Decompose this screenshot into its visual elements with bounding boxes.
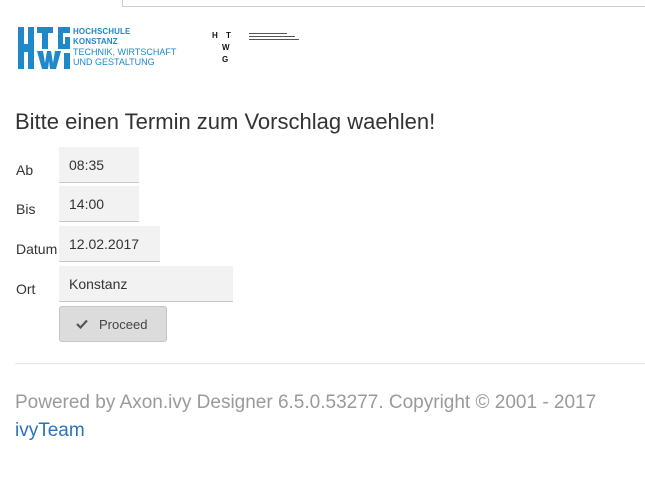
top-input-field[interactable] (122, 0, 645, 7)
logo-letter-g: G (222, 55, 229, 64)
ort-input[interactable]: Konstanz (59, 266, 233, 302)
logo-line-1: HOCHSCHULE (73, 27, 131, 36)
htwg-logo-icon (18, 27, 70, 69)
proceed-button-label: Proceed (99, 316, 148, 332)
label-ort: Ort (16, 281, 36, 297)
hochschule-logo-text: HOCHSCHULE KONSTANZ TECHNIK, WIRTSCHAFT … (73, 27, 176, 67)
footer-divider (15, 363, 645, 364)
page: HOCHSCHULE KONSTANZ TECHNIK, WIRTSCHAFT … (0, 0, 645, 479)
label-bis: Bis (16, 201, 36, 217)
datum-date-input[interactable]: 12.02.2017 (59, 226, 160, 262)
logo-fine-print (249, 33, 301, 43)
footer: Powered by Axon.ivy Designer 6.5.0.53277… (15, 389, 643, 445)
ab-time-input[interactable]: 08:35 (59, 147, 139, 183)
ivyteam-link[interactable]: ivyTeam (15, 420, 85, 441)
footer-copyright-text: Powered by Axon.ivy Designer 6.5.0.53277… (15, 392, 597, 413)
logo-line-4: UND GESTALTUNG (73, 57, 155, 67)
logo-line-3: TECHNIK, WIRTSCHAFT (73, 47, 177, 57)
checkmark-icon (76, 319, 88, 329)
logo-line-2: KONSTANZ (73, 37, 118, 46)
logo-letter-h: H (212, 31, 218, 40)
label-ab: Ab (16, 162, 34, 178)
proceed-button[interactable]: Proceed (59, 306, 167, 342)
logo-letter-t: T (226, 31, 231, 40)
bis-time-input[interactable]: 14:00 (59, 186, 139, 222)
label-datum: Datum (16, 241, 58, 257)
logo-letter-w: W (222, 43, 230, 52)
htwg-secondary-logo: H T W G (212, 31, 236, 67)
page-title: Bitte einen Termin zum Vorschlag waehlen… (15, 109, 436, 134)
